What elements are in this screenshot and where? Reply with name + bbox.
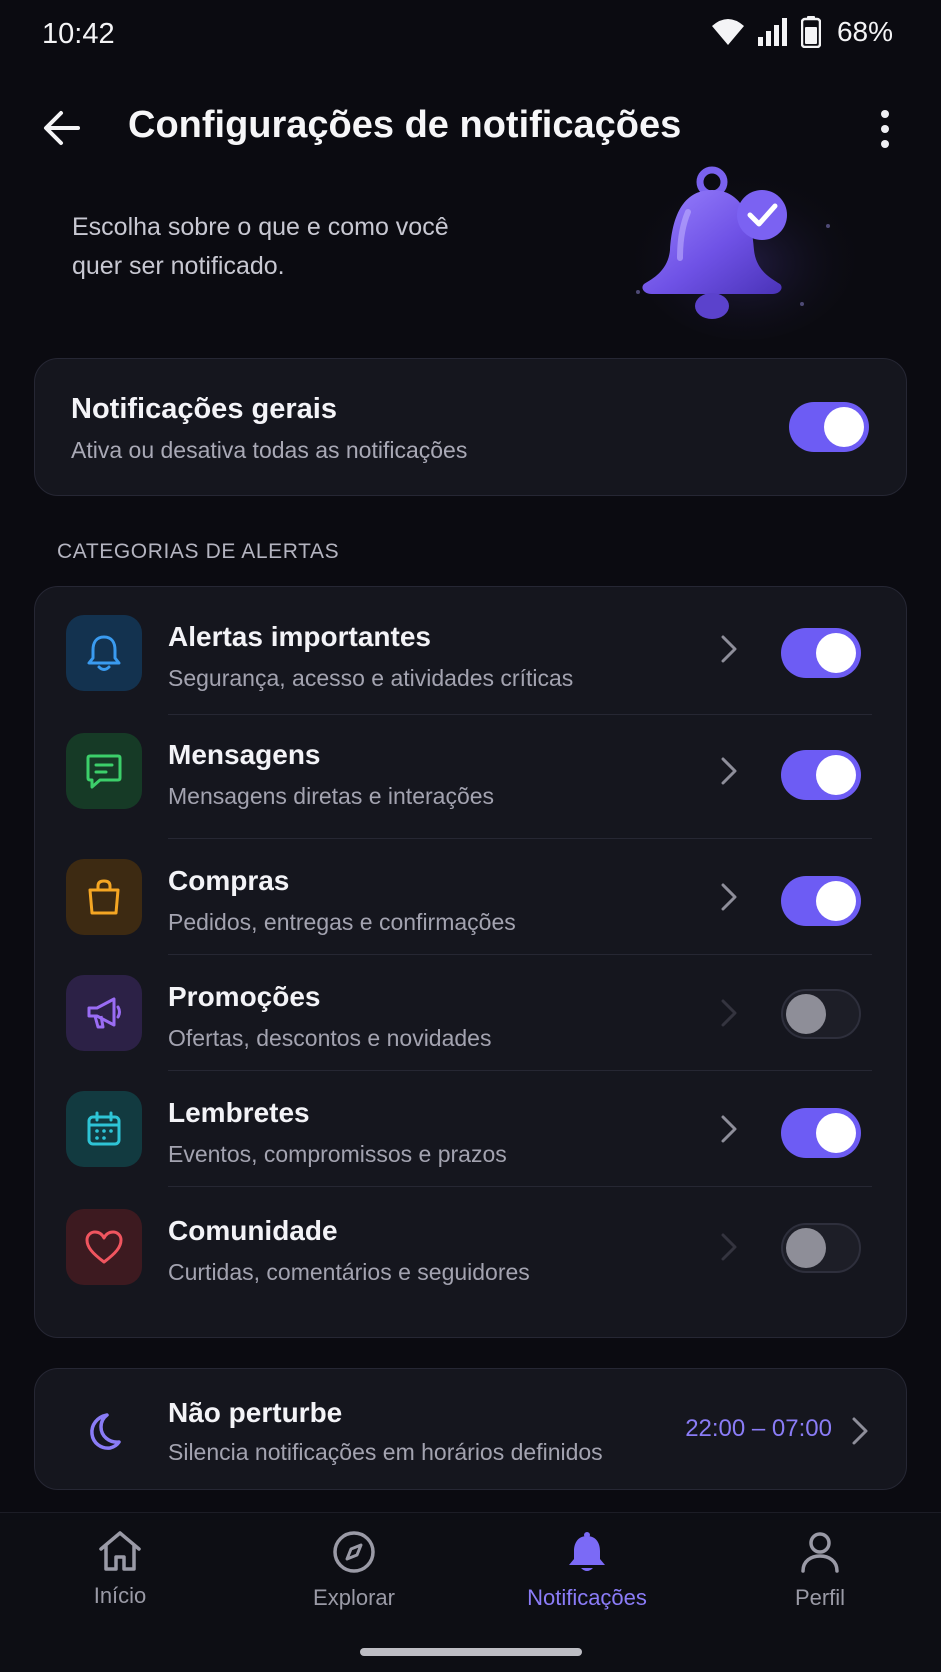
general-notifications-card: Notificações gerais Ativa ou desativa to… [34,358,907,496]
home-icon [99,1531,141,1571]
category-icon-tile [66,1209,142,1285]
more-dot [881,125,889,133]
nav-item-explore[interactable]: Explorar [264,1529,444,1629]
do-not-disturb-title: Não perturbe [168,1397,343,1428]
chevron-right-icon[interactable] [715,995,743,1031]
category-row-promocoes[interactable]: Promoções Ofertas, descontos e novidades [35,955,906,1071]
category-toggle[interactable] [781,750,861,800]
nav-item-profile[interactable]: Perfil [730,1529,910,1629]
status-icons: 68% [711,16,893,48]
chevron-right-icon[interactable] [715,879,743,915]
category-toggle[interactable] [781,876,861,926]
wifi-icon [711,19,744,45]
do-not-disturb-card[interactable]: Não perturbe Silencia notificações em ho… [34,1368,907,1490]
calendar-icon [87,1111,121,1146]
category-subtitle: Segurança, acesso e atividades críticas [168,665,574,691]
shopping-bag-icon [88,879,120,915]
category-title: Alertas importantes [168,621,431,652]
toggle-knob [824,407,864,447]
profile-icon [801,1532,839,1573]
category-subtitle: Ofertas, descontos e novidades [168,1025,492,1051]
home-indicator[interactable] [360,1648,582,1656]
intro-text: Escolha sobre o que e como você quer ser… [72,213,449,280]
category-subtitle: Pedidos, entregas e confirmações [168,909,516,935]
category-subtitle: Curtidas, comentários e seguidores [168,1259,530,1285]
heart-icon [85,1230,123,1264]
chevron-right-icon[interactable] [848,1413,872,1449]
toggle-knob [816,1113,856,1153]
nav-label: Notificações [527,1585,647,1610]
chevron-right-icon[interactable] [715,631,743,667]
do-not-disturb-time-range: 22:00 – 07:00 [685,1415,832,1442]
do-not-disturb-subtitle: Silencia notificações em horários defini… [168,1439,603,1465]
category-title: Comunidade [168,1215,338,1246]
toggle-knob [816,633,856,673]
category-toggle[interactable] [781,989,861,1039]
category-icon-tile [66,975,142,1051]
status-time: 10:42 [42,18,115,50]
chevron-right-icon[interactable] [715,753,743,789]
more-dot [881,110,889,118]
toggle-knob [816,755,856,795]
category-row-comunidade[interactable]: Comunidade Curtidas, comentários e segui… [35,1187,906,1337]
message-icon [86,754,122,789]
toggle-knob [786,1228,826,1268]
toggle-knob [786,994,826,1034]
bell-icon [569,1532,605,1571]
category-icon-tile [66,733,142,809]
megaphone-icon [87,997,121,1029]
toggle-knob [816,881,856,921]
nav-label: Explorar [313,1585,395,1610]
alert-categories-card: Alertas importantes Segurança, acesso e … [34,586,907,1338]
signal-icon [757,18,787,46]
bell-icon [87,635,121,671]
nav-label: Perfil [794,1585,846,1610]
category-icon-tile [66,615,142,691]
more-dot [881,140,889,148]
category-title: Lembretes [168,1097,310,1128]
category-toggle[interactable] [781,1108,861,1158]
chevron-right-icon[interactable] [715,1229,743,1265]
general-notifications-toggle[interactable] [789,402,869,452]
category-title: Mensagens [168,739,321,770]
category-toggle[interactable] [781,628,861,678]
more-options-button[interactable] [875,106,895,152]
category-subtitle: Mensagens diretas e interações [168,783,495,809]
section-label-alert-categories: CATEGORIAS DE ALERTAS [57,540,340,563]
general-notifications-title: Notificações gerais [71,393,337,425]
category-title: Promoções [168,981,321,1012]
category-icon-tile [66,859,142,935]
category-row-mensagens[interactable]: Mensagens Mensagens diretas e interações [35,715,906,839]
moon-icon [90,1413,121,1450]
category-icon-tile [66,1091,142,1167]
page-title: Configurações de notificações [128,104,682,146]
category-row-compras[interactable]: Compras Pedidos, entregas e confirmações [35,839,906,955]
battery-percentage: 68% [836,16,893,47]
general-notifications-subtitle: Ativa ou desativa todas as notificações [71,437,468,463]
status-bar: 10:42 68% [0,0,941,70]
category-row-lembretes[interactable]: Lembretes Eventos, compromissos e prazos [35,1071,906,1187]
app-header: Configurações de notificações [0,92,941,164]
category-subtitle: Eventos, compromissos e prazos [168,1141,507,1167]
battery-icon [800,16,821,48]
bell-illustration-icon [635,166,855,340]
back-button[interactable] [38,104,86,152]
nav-label: Início [93,1583,147,1608]
category-row-alertas-importantes[interactable]: Alertas importantes Segurança, acesso e … [35,587,906,715]
arrow-left-icon [44,111,80,145]
compass-icon [333,1531,375,1573]
category-title: Compras [168,865,290,896]
category-toggle[interactable] [781,1223,861,1273]
chevron-right-icon[interactable] [715,1111,743,1147]
nav-item-notifications[interactable]: Notificações [497,1529,677,1629]
nav-item-home[interactable]: Início [30,1529,210,1629]
